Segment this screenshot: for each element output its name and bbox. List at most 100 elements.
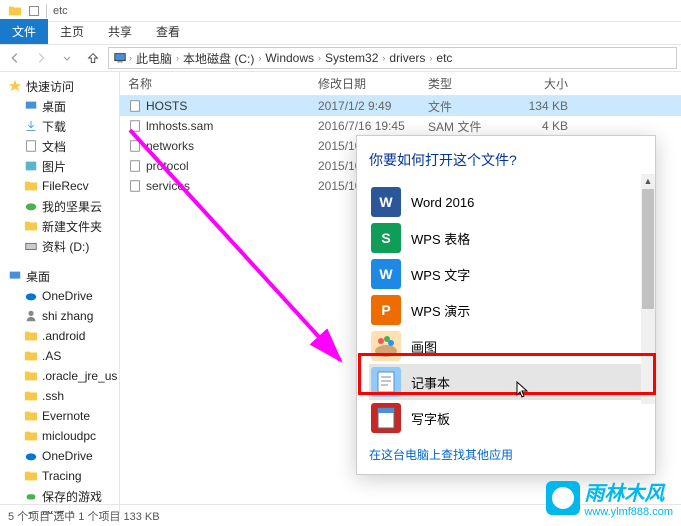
col-date[interactable]: 修改日期 (318, 75, 428, 92)
star-icon (8, 79, 22, 93)
tree-item[interactable]: .AS (0, 346, 119, 366)
file-icon (128, 139, 142, 153)
file-size: 4 KB (508, 119, 588, 133)
tree-item[interactable]: .android (0, 326, 119, 346)
file-row[interactable]: lmhosts.sam 2016/7/16 19:45SAM 文件4 KB (120, 116, 681, 136)
tree-item[interactable]: .ssh (0, 386, 119, 406)
document-icon (24, 139, 38, 153)
app-option[interactable]: SWPS 表格 (369, 220, 643, 256)
col-size[interactable]: 大小 (508, 75, 588, 92)
col-name[interactable]: 名称 (128, 75, 318, 92)
tab-home[interactable]: 主页 (48, 19, 96, 44)
tree-item[interactable]: micloudpc (0, 426, 119, 446)
scroll-up-icon[interactable]: ▲ (641, 174, 655, 188)
nav-tree: 快速访问 桌面 下载 文档 图片 FileRecv 我的坚果云 新建文件夹 资料… (0, 72, 120, 514)
tree-item[interactable]: 文档 (0, 136, 119, 156)
file-icon (128, 119, 142, 133)
tab-share[interactable]: 共享 (96, 19, 144, 44)
crumb[interactable]: 此电脑 (134, 50, 174, 67)
tree-desktop[interactable]: 桌面 (0, 266, 119, 286)
tab-view[interactable]: 查看 (144, 19, 192, 44)
folder-icon (24, 329, 38, 343)
file-row[interactable]: HOSTS2017/1/2 9:49文件134 KB (120, 96, 681, 116)
crumb[interactable]: Windows (263, 51, 316, 65)
app-icon (371, 367, 401, 397)
tree-item[interactable]: 资料 (D:) (0, 236, 119, 256)
crumb[interactable]: drivers (387, 51, 427, 65)
app-option[interactable]: 记事本 (369, 364, 643, 400)
desktop-icon (24, 99, 38, 113)
onedrive-icon (24, 289, 38, 303)
pc-icon (113, 51, 127, 65)
tree-item[interactable]: 新建文件夹 (0, 216, 119, 236)
chevron-icon[interactable]: › (382, 53, 385, 63)
scrollbar[interactable]: ▲ (641, 174, 655, 404)
window-title: etc (53, 5, 68, 17)
drive-icon (24, 239, 38, 253)
app-option[interactable]: 画图 (369, 328, 643, 364)
breadcrumb[interactable]: › 此电脑› 本地磁盘 (C:)› Windows› System32› dri… (108, 47, 677, 69)
status-text: 5 个项目 选中 1 个项目 133 KB (8, 508, 160, 524)
tree-item[interactable]: Tracing (0, 466, 119, 486)
app-label: 写字板 (411, 409, 450, 428)
app-option[interactable]: PWPS 演示 (369, 292, 643, 328)
file-name: protocol (146, 159, 189, 173)
app-option[interactable]: WWord 2016 (369, 184, 643, 220)
desktop-icon (8, 269, 22, 283)
chevron-icon[interactable]: › (258, 53, 261, 63)
find-other-app-link[interactable]: 在这台电脑上查找其他应用 (369, 446, 643, 463)
folder-icon (8, 4, 22, 18)
tree-item[interactable]: 我的坚果云 (0, 196, 119, 216)
up-button[interactable] (82, 47, 104, 69)
dialog-title: 你要如何打开这个文件? (369, 150, 643, 170)
app-label: 画图 (411, 337, 437, 356)
separator (46, 4, 47, 18)
file-type: 文件 (428, 98, 508, 115)
chevron-icon[interactable]: › (129, 53, 132, 63)
column-headers: 名称 修改日期 类型 大小 (120, 72, 681, 96)
file-name: lmhosts.sam (146, 119, 213, 133)
games-icon (24, 489, 38, 503)
tree-item[interactable]: 图片 (0, 156, 119, 176)
tree-item[interactable]: FileRecv (0, 176, 119, 196)
file-icon (128, 99, 142, 113)
file-type: SAM 文件 (428, 118, 508, 135)
app-option[interactable]: 写字板 (369, 400, 643, 436)
file-date: 2016/7/16 19:45 (318, 119, 428, 133)
scroll-thumb[interactable] (642, 189, 654, 309)
cloud-icon (24, 199, 38, 213)
recent-dropdown[interactable] (56, 47, 78, 69)
file-size: 134 KB (508, 99, 588, 113)
chevron-icon[interactable]: › (318, 53, 321, 63)
tree-item[interactable]: shi zhang (0, 306, 119, 326)
folder-icon (24, 179, 38, 193)
tree-item[interactable]: 桌面 (0, 96, 119, 116)
app-icon: W (371, 259, 401, 289)
ribbon: 文件 主页 共享 查看 (0, 22, 681, 44)
properties-icon[interactable] (28, 5, 40, 17)
crumb[interactable]: 本地磁盘 (C:) (181, 50, 256, 67)
app-icon: P (371, 295, 401, 325)
app-option[interactable]: WWPS 文字 (369, 256, 643, 292)
watermark-url: www.ylmf888.com (584, 506, 673, 518)
folder-icon (24, 389, 38, 403)
onedrive-icon (24, 449, 38, 463)
col-type[interactable]: 类型 (428, 75, 508, 92)
folder-icon (24, 219, 38, 233)
tree-quick-access[interactable]: 快速访问 (0, 76, 119, 96)
tree-item[interactable]: .oracle_jre_us (0, 366, 119, 386)
crumb[interactable]: System32 (323, 51, 380, 65)
file-icon (128, 159, 142, 173)
tree-item[interactable]: 下载 (0, 116, 119, 136)
tree-item[interactable]: OneDrive (0, 286, 119, 306)
crumb[interactable]: etc (434, 51, 454, 65)
tree-item[interactable]: Evernote (0, 406, 119, 426)
tree-item[interactable]: OneDrive (0, 446, 119, 466)
chevron-icon[interactable]: › (176, 53, 179, 63)
back-button[interactable] (4, 47, 26, 69)
chevron-icon[interactable]: › (429, 53, 432, 63)
forward-button[interactable] (30, 47, 52, 69)
app-icon (371, 331, 401, 361)
tab-file[interactable]: 文件 (0, 19, 48, 44)
tree-item[interactable]: 保存的游戏 (0, 486, 119, 506)
